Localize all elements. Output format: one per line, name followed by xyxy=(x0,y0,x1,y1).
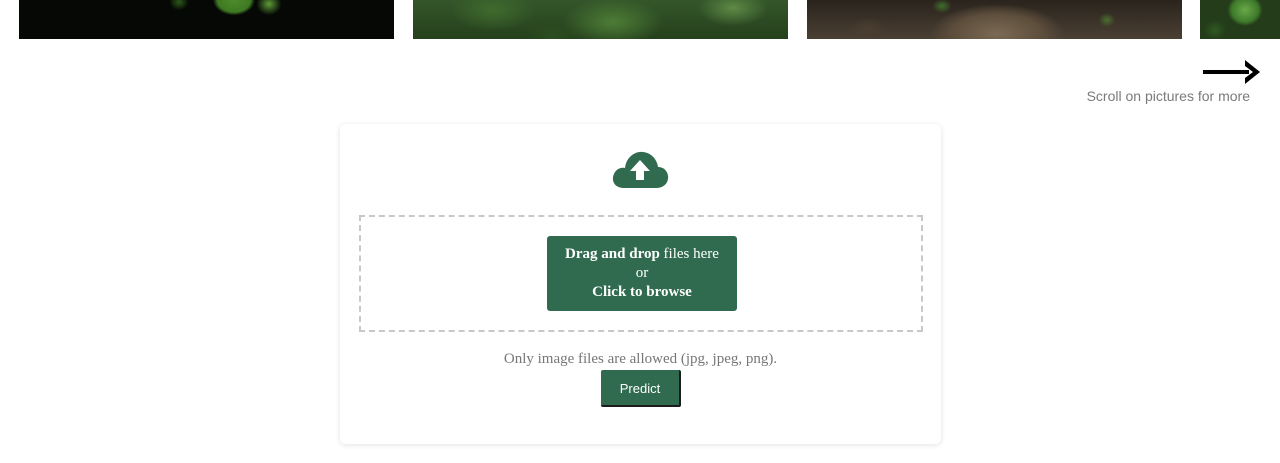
scroll-hint-text: Scroll on pictures for more xyxy=(1086,88,1250,104)
or-label: or xyxy=(635,265,649,281)
browse-button[interactable]: Drag and drop files here or Click to bro… xyxy=(547,236,737,311)
arrow-right-icon xyxy=(1203,60,1260,84)
click-to-browse-label: Click to browse xyxy=(592,284,692,300)
gallery-image-2[interactable] xyxy=(413,0,788,39)
gallery-image-4[interactable] xyxy=(1200,0,1280,39)
file-dropzone[interactable]: Drag and drop files here or Click to bro… xyxy=(359,215,923,332)
upload-card: Drag and drop files here or Click to bro… xyxy=(340,124,941,444)
predict-button[interactable]: Predict xyxy=(601,370,681,407)
image-gallery[interactable] xyxy=(0,0,1280,39)
cloud-upload-icon xyxy=(612,151,669,188)
gallery-image-3[interactable] xyxy=(807,0,1182,39)
drag-drop-label-rest: files here xyxy=(659,246,719,262)
gallery-image-1[interactable] xyxy=(19,0,394,39)
allowed-file-types-note: Only image files are allowed (jpg, jpeg,… xyxy=(503,351,778,367)
drag-drop-label-bold: Drag and drop xyxy=(565,246,660,262)
